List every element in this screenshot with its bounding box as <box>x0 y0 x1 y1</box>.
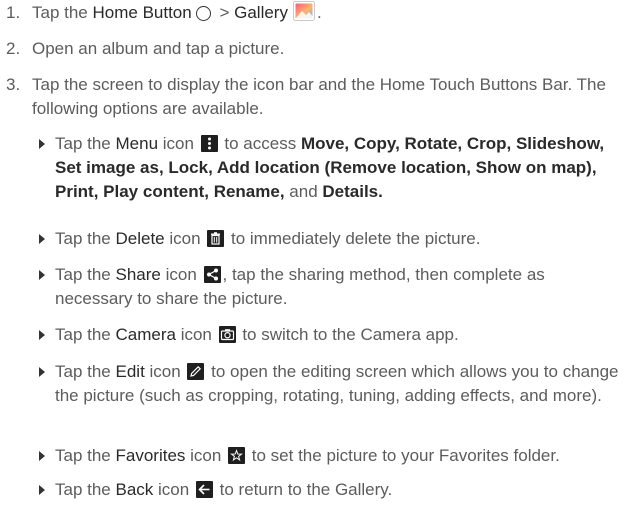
menu-term: Menu <box>115 134 159 153</box>
bullet-delete: Tap the Delete icon to immediately delet… <box>39 227 624 251</box>
bullet-arrow-icon <box>39 485 45 495</box>
step-3: 3. Tap the screen to display the icon ba… <box>6 73 621 121</box>
bullet-arrow-icon <box>39 330 45 340</box>
bullet-share: Tap the Share icon , tap the sharing met… <box>39 263 624 311</box>
bullet-edit: Tap the Edit icon to open the editing sc… <box>39 360 624 408</box>
step-1: 1. Tap the Home Button > Gallery . <box>6 1 621 28</box>
step-text: Open an album and tap a picture. <box>32 39 285 58</box>
share-icon <box>203 266 221 283</box>
gallery-app-icon <box>292 1 315 28</box>
bullet-favorites: Tap the Favorites icon to set the pictur… <box>39 444 624 468</box>
step-number: 3. <box>6 75 21 94</box>
camera-term: Camera <box>115 325 176 344</box>
back-arrow-icon <box>195 481 213 498</box>
camera-icon <box>218 326 236 343</box>
share-term: Share <box>115 265 161 284</box>
home-button-icon <box>195 6 211 21</box>
pencil-icon <box>187 363 205 380</box>
bullet-menu: Tap the Menu icon to access Move, Copy, … <box>39 132 624 204</box>
step-number: 2. <box>6 39 21 58</box>
bullet-camera: Tap the Camera icon to switch to the Cam… <box>39 323 624 347</box>
delete-term: Delete <box>115 229 165 248</box>
home-button-term: Home Button <box>92 3 192 22</box>
trash-icon <box>207 230 225 247</box>
step-text: Tap the screen to display the icon bar a… <box>32 75 606 118</box>
gallery-term: Gallery <box>234 3 288 22</box>
step-number: 1. <box>6 3 21 22</box>
menu-option-details: Details. <box>322 182 383 201</box>
back-term: Back <box>115 480 154 499</box>
instruction-page: 1. Tap the Home Button > Gallery . 2. Op… <box>0 0 629 500</box>
bullet-arrow-icon <box>39 451 45 461</box>
step-2: 2. Open an album and tap a picture. <box>6 37 621 61</box>
step-text: Tap the Home Button > Gallery . <box>32 1 621 28</box>
bullet-arrow-icon <box>39 270 45 280</box>
bullet-back: Tap the Back icon to return to the Galle… <box>39 478 624 502</box>
favorites-term: Favorites <box>115 446 186 465</box>
menu-icon <box>200 135 218 152</box>
bullet-arrow-icon <box>39 367 45 377</box>
bullet-arrow-icon <box>39 139 45 149</box>
bullet-arrow-icon <box>39 234 45 244</box>
edit-term: Edit <box>115 362 145 381</box>
star-icon <box>228 447 246 464</box>
